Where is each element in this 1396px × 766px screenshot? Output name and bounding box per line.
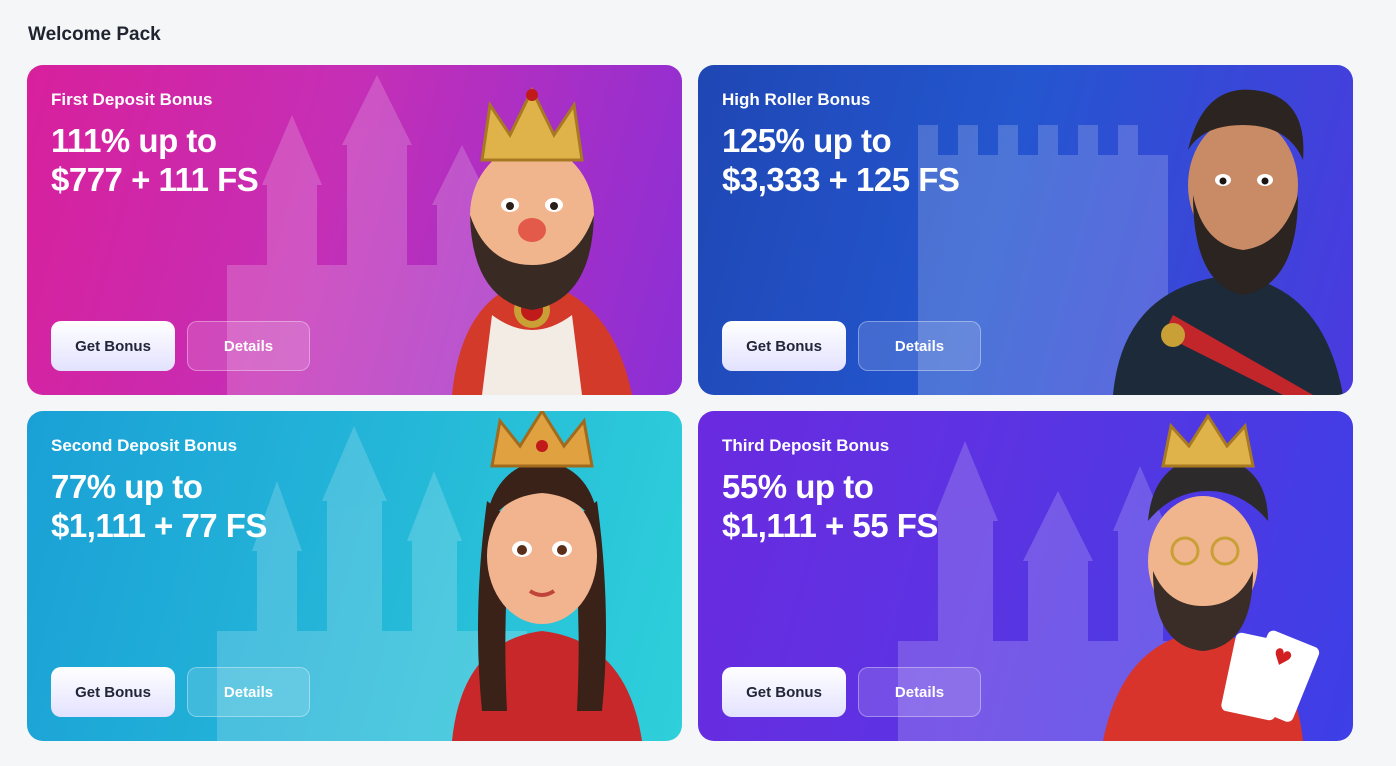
offer-line-1: 55% up to [722, 468, 874, 505]
offer-line-2: $777 + 111 FS [51, 161, 259, 198]
get-bonus-button[interactable]: Get Bonus [51, 321, 175, 371]
section-title: Welcome Pack [28, 24, 161, 45]
details-button[interactable]: Details [858, 667, 981, 717]
king-icon [452, 86, 632, 395]
bonus-card-high-roller: High Roller Bonus 125% up to $3,333 + 12… [698, 65, 1353, 395]
offer-line-2: $3,333 + 125 FS [722, 161, 960, 198]
offer-line-1: 125% up to [722, 122, 892, 159]
details-button[interactable]: Details [187, 667, 310, 717]
offer-line-1: 111% up to [51, 122, 217, 159]
card-label: Second Deposit Bonus [51, 436, 238, 455]
card-king-icon: ♥ [1103, 413, 1320, 741]
card-label: First Deposit Bonus [51, 90, 213, 109]
bonus-card-third-deposit: Third Deposit Bonus 55% up to $1,111 + 5… [698, 411, 1353, 741]
card-offer: 55% up to $1,111 + 55 FS [722, 467, 1082, 545]
get-bonus-button[interactable]: Get Bonus [722, 321, 846, 371]
get-bonus-button[interactable]: Get Bonus [51, 667, 175, 717]
get-bonus-button[interactable]: Get Bonus [722, 667, 846, 717]
card-offer: 125% up to $3,333 + 125 FS [722, 121, 1082, 199]
card-offer: 77% up to $1,111 + 77 FS [51, 467, 411, 545]
general-icon [1113, 89, 1343, 395]
card-label: High Roller Bonus [722, 90, 871, 109]
offer-line-2: $1,111 + 55 FS [722, 507, 938, 544]
details-button[interactable]: Details [858, 321, 981, 371]
offer-line-2: $1,111 + 77 FS [51, 507, 267, 544]
card-label: Third Deposit Bonus [722, 436, 890, 455]
card-offer: 111% up to $777 + 111 FS [51, 121, 411, 199]
details-button[interactable]: Details [187, 321, 310, 371]
offer-line-1: 77% up to [51, 468, 203, 505]
bonus-card-second-deposit: Second Deposit Bonus 77% up to $1,111 + … [27, 411, 682, 741]
bonus-card-first-deposit: First Deposit Bonus 111% up to $777 + 11… [27, 65, 682, 395]
queen-icon [452, 411, 642, 741]
